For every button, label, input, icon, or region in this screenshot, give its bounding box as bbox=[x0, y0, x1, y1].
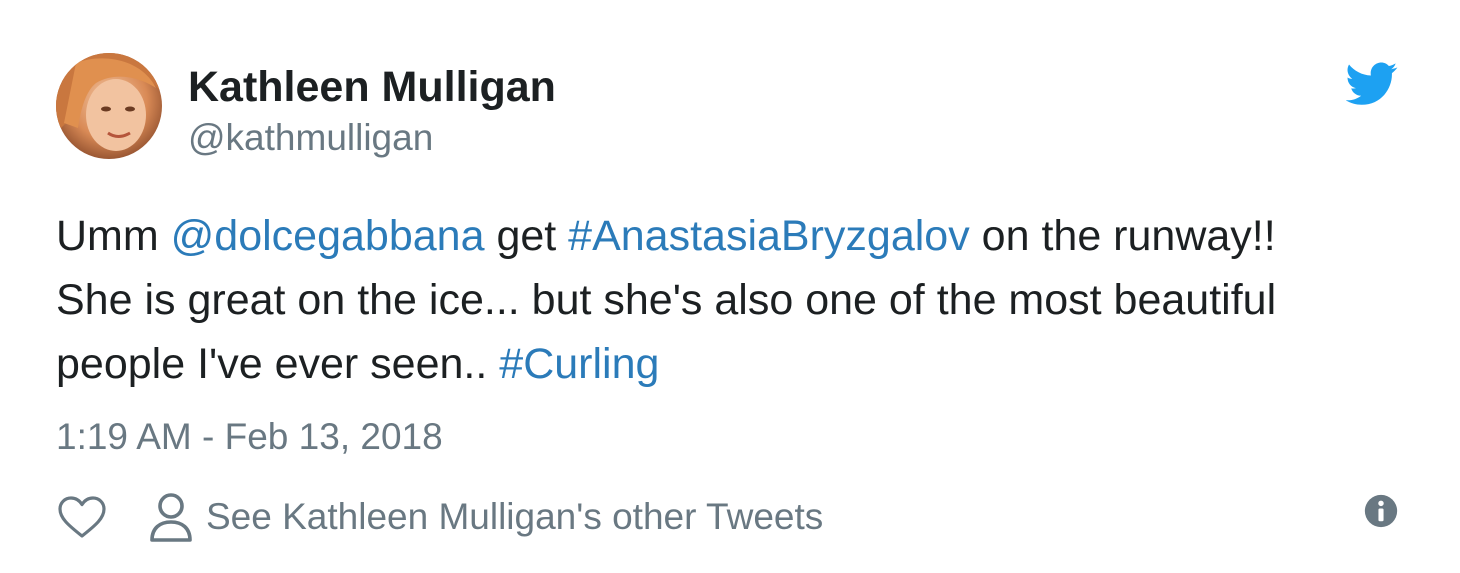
tweet-text-segment: on the runway!! bbox=[969, 212, 1276, 260]
info-button[interactable] bbox=[1364, 494, 1398, 528]
heart-icon bbox=[58, 496, 106, 538]
tweet-text-segment: Umm bbox=[56, 212, 171, 260]
see-other-tweets-link[interactable]: See Kathleen Mulligan's other Tweets bbox=[148, 491, 823, 543]
tweet-line-2: She is great on the ice... but she's als… bbox=[56, 276, 1277, 324]
tweet-text-segment: people I've ever seen.. bbox=[56, 340, 500, 388]
twitter-bird-icon[interactable] bbox=[1345, 62, 1398, 106]
hashtag-link-anastasiabryzgalov[interactable]: #AnastasiaBryzgalov bbox=[568, 212, 970, 260]
author-avatar[interactable] bbox=[56, 53, 162, 159]
tweet-line-1: Umm @dolcegabbana get #AnastasiaBryzgalo… bbox=[56, 204, 1416, 268]
tweet-body: Umm @dolcegabbana get #AnastasiaBryzgalo… bbox=[56, 204, 1416, 396]
author-name[interactable]: Kathleen Mulligan bbox=[188, 62, 556, 112]
author-handle[interactable]: @kathmulligan bbox=[188, 116, 556, 160]
author-info: Kathleen Mulligan @kathmulligan bbox=[188, 62, 556, 160]
like-button[interactable] bbox=[56, 493, 108, 541]
mention-link-dolcegabbana[interactable]: @dolcegabbana bbox=[171, 212, 485, 260]
tweet-text-segment: get bbox=[484, 212, 569, 260]
avatar-photo bbox=[56, 53, 162, 159]
info-icon bbox=[1364, 494, 1398, 528]
tweet-timestamp[interactable]: 1:19 AM - Feb 13, 2018 bbox=[56, 415, 443, 459]
tweet-line-3: people I've ever seen.. #Curling bbox=[56, 332, 1416, 396]
embedded-tweet-card: Kathleen Mulligan @kathmulligan Umm @dol… bbox=[0, 0, 1460, 573]
person-icon bbox=[150, 493, 192, 542]
tweet-actions: See Kathleen Mulligan's other Tweets bbox=[56, 490, 823, 544]
see-other-tweets-label: See Kathleen Mulligan's other Tweets bbox=[206, 496, 824, 537]
hashtag-link-curling[interactable]: #Curling bbox=[499, 340, 659, 388]
